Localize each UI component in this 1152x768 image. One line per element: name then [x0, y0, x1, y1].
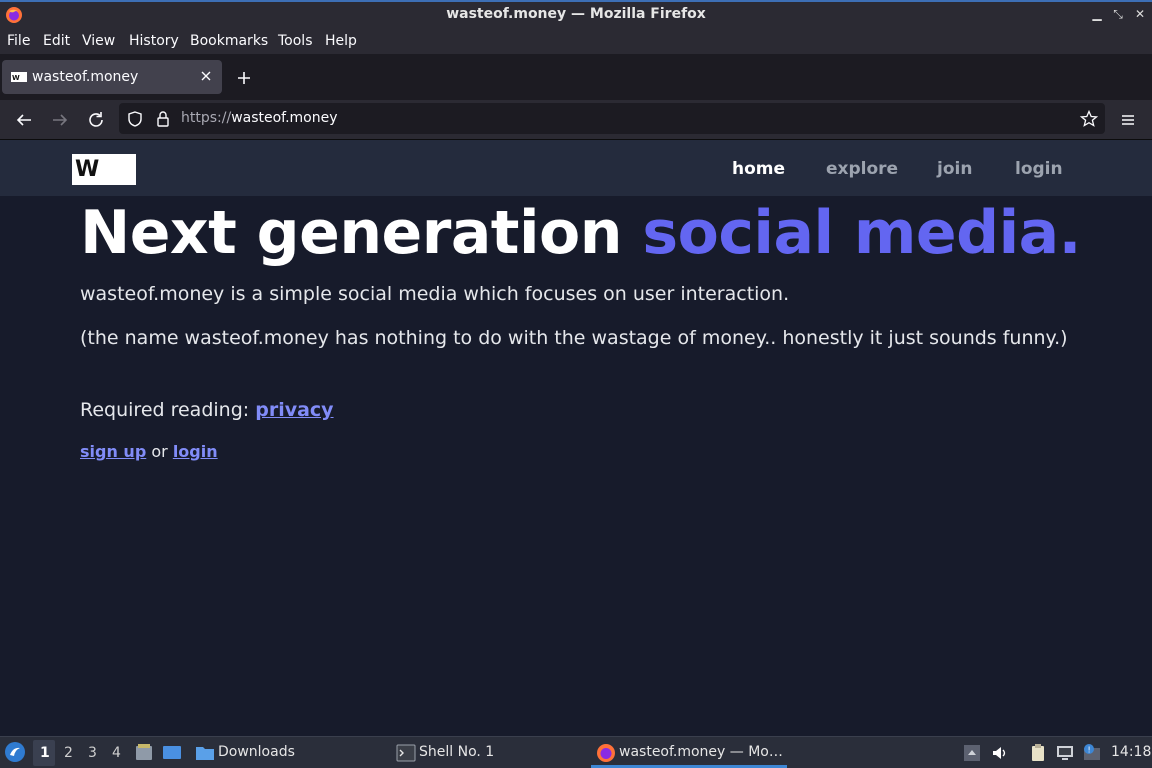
menu-bookmarks[interactable]: Bookmarks: [190, 33, 268, 49]
url-host: wasteof.money: [231, 110, 338, 126]
lock-icon[interactable]: [155, 110, 171, 128]
menu-help[interactable]: Help: [325, 33, 357, 49]
tracking-protection-shield-icon[interactable]: [126, 110, 144, 128]
task-downloads[interactable]: Downloads: [218, 744, 295, 760]
menu-edit[interactable]: Edit: [43, 33, 70, 49]
menu-history[interactable]: History: [129, 33, 179, 49]
volume-icon[interactable]: [990, 743, 1010, 763]
desktop-icon[interactable]: [162, 743, 182, 763]
new-tab-icon[interactable]: [234, 68, 254, 88]
firefox-icon[interactable]: [596, 743, 616, 763]
tab-wasteof[interactable]: W wasteof.money: [2, 60, 222, 94]
restore-icon[interactable]: ⤡: [1111, 7, 1125, 21]
back-icon[interactable]: [13, 109, 35, 131]
system-taskbar: 1 2 3 4 Downloads Shell No. 1 wasteof.mo…: [0, 736, 1152, 768]
workspace-2[interactable]: 2: [64, 745, 73, 761]
file-manager-icon[interactable]: [134, 743, 154, 763]
task-shell[interactable]: Shell No. 1: [419, 744, 494, 760]
tab-strip: W wasteof.money: [0, 54, 1152, 100]
intro-text: wasteof.money is a simple social media w…: [80, 283, 790, 305]
hamburger-menu-icon[interactable]: [1118, 110, 1138, 130]
menu-view[interactable]: View: [82, 33, 115, 49]
minimize-icon[interactable]: ▁: [1090, 7, 1104, 21]
tray-up-arrow-icon[interactable]: [962, 743, 982, 763]
bookmark-star-icon[interactable]: [1079, 109, 1099, 129]
task-firefox[interactable]: wasteof.money — Mo…: [619, 744, 783, 760]
terminal-icon[interactable]: [396, 743, 416, 763]
menu-bar: File Edit View History Bookmarks Tools H…: [0, 29, 1152, 54]
signup-link[interactable]: sign up: [80, 442, 146, 461]
nav-login[interactable]: login: [1015, 159, 1063, 179]
tab-title: wasteof.money: [32, 69, 139, 85]
menu-tools[interactable]: Tools: [278, 33, 313, 49]
login-link[interactable]: login: [173, 442, 218, 461]
clipboard-icon[interactable]: [1028, 743, 1048, 763]
navigation-toolbar: https://wasteof.money: [0, 100, 1152, 140]
network-icon[interactable]: [1055, 743, 1075, 763]
folder-icon[interactable]: [195, 743, 215, 763]
window-titlebar: wasteof.money — Mozilla Firefox ▁ ⤡ ✕: [0, 0, 1152, 29]
clock: 14:18: [1111, 744, 1152, 760]
site-logo[interactable]: W: [72, 154, 136, 185]
url-bar[interactable]: https://wasteof.money: [119, 103, 1105, 134]
reload-icon[interactable]: [85, 109, 107, 131]
close-window-icon[interactable]: ✕: [1133, 7, 1147, 21]
svg-text:!: !: [1088, 746, 1091, 755]
workspace-3[interactable]: 3: [88, 745, 97, 761]
hero-accent: social media.: [642, 198, 1081, 268]
required-reading: Required reading: privacy: [80, 396, 1080, 424]
svg-text:W: W: [12, 74, 20, 82]
close-tab-icon[interactable]: [198, 68, 214, 84]
url-text[interactable]: https://wasteof.money: [181, 110, 338, 126]
forward-icon[interactable]: [49, 109, 71, 131]
start-menu-icon[interactable]: [4, 741, 26, 763]
nav-home[interactable]: home: [732, 159, 785, 179]
hero-text: Next generation: [80, 198, 643, 268]
nav-join[interactable]: join: [937, 159, 972, 179]
cta-or-text: or: [146, 442, 173, 461]
required-reading-label: Required reading:: [80, 399, 256, 421]
site-favicon-icon: W: [11, 72, 27, 82]
window-title: wasteof.money — Mozilla Firefox: [446, 6, 706, 22]
notification-icon[interactable]: !: [1082, 743, 1102, 763]
site-logo-text: W: [75, 157, 100, 182]
privacy-link[interactable]: privacy: [255, 399, 333, 421]
workspace-4[interactable]: 4: [112, 745, 121, 761]
web-page-content: W home explore join login Next generatio…: [0, 140, 1152, 736]
name-note-text: (the name wasteof.money has nothing to d…: [80, 327, 1068, 349]
site-header: W home explore join login: [0, 140, 1152, 196]
url-scheme: https://: [181, 110, 232, 126]
workspace-1[interactable]: 1: [40, 745, 50, 761]
hero-heading: Next generation social media.: [80, 198, 1081, 268]
cta-links: sign up or login: [80, 442, 218, 461]
nav-explore[interactable]: explore: [826, 159, 898, 179]
menu-file[interactable]: File: [7, 33, 30, 49]
